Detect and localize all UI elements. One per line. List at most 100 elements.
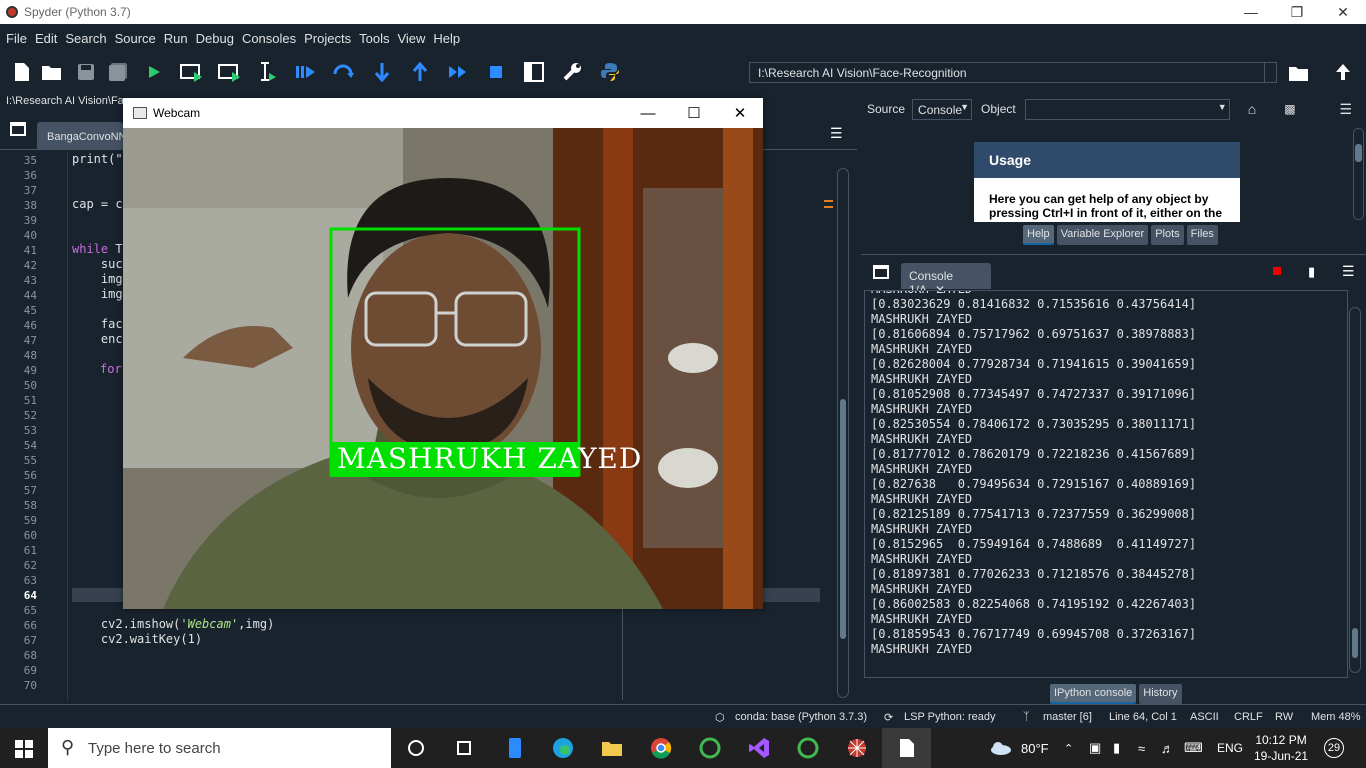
menu-source[interactable]: Source bbox=[111, 31, 160, 46]
code-line-43[interactable]: img bbox=[72, 272, 123, 286]
save-all-icon[interactable] bbox=[100, 56, 136, 88]
tab-help[interactable]: Help bbox=[1023, 225, 1054, 245]
weather-icon[interactable] bbox=[989, 728, 1013, 768]
editor-tab[interactable]: BangaConvoNN bbox=[37, 122, 123, 150]
anaconda-navigator-icon[interactable] bbox=[796, 736, 820, 760]
stop-icon[interactable] bbox=[478, 56, 514, 88]
save-icon[interactable] bbox=[68, 56, 104, 88]
code-line-49[interactable]: for bbox=[100, 362, 122, 376]
windows-start-icon[interactable] bbox=[15, 740, 33, 761]
webcam-titlebar[interactable]: Webcam — ☐ ✕ bbox=[123, 98, 763, 128]
mobile-app-icon[interactable] bbox=[503, 736, 527, 760]
console-options-menu-icon[interactable]: ☰ bbox=[1342, 263, 1355, 280]
visual-studio-icon[interactable] bbox=[747, 736, 771, 760]
interrupt-kernel-icon[interactable] bbox=[1273, 267, 1281, 275]
edge-browser-icon[interactable] bbox=[551, 736, 575, 760]
weather-temp[interactable]: 80°F bbox=[1021, 728, 1049, 768]
close-button[interactable]: ✕ bbox=[1320, 0, 1366, 24]
menu-edit[interactable]: Edit bbox=[31, 31, 61, 46]
notification-center-icon[interactable]: 29 bbox=[1324, 728, 1344, 768]
webcam-window[interactable]: Webcam — ☐ ✕ MASHRUKH ZAYED bbox=[123, 98, 763, 609]
spyder-taskbar-icon[interactable] bbox=[845, 736, 869, 760]
webcam-close-button[interactable]: ✕ bbox=[717, 98, 763, 128]
menu-view[interactable]: View bbox=[393, 31, 429, 46]
clock[interactable]: 10:12 PM 19-Jun-21 bbox=[1254, 728, 1308, 768]
parent-directory-icon[interactable] bbox=[1335, 63, 1351, 84]
tab-plots[interactable]: Plots bbox=[1151, 225, 1184, 245]
remove-all-variables-icon[interactable]: ▮ bbox=[1308, 264, 1315, 280]
scrollbar-thumb[interactable] bbox=[1352, 628, 1358, 658]
ipython-console-output[interactable]: MASHRUKH ZAYED[0.83023629 0.81416832 0.7… bbox=[864, 290, 1348, 678]
menu-run[interactable]: Run bbox=[160, 31, 192, 46]
code-line-42[interactable]: suc bbox=[72, 257, 123, 271]
chevron-down-icon[interactable] bbox=[1264, 63, 1276, 82]
scrollbar-thumb[interactable] bbox=[1355, 144, 1362, 162]
code-line-46[interactable]: fac bbox=[72, 317, 123, 331]
working-directory-input[interactable]: I:\Research AI Vision\Face-Recognition bbox=[749, 62, 1277, 83]
task-view-icon[interactable] bbox=[452, 736, 476, 760]
step-over-icon[interactable] bbox=[326, 56, 362, 88]
run-selection-icon[interactable] bbox=[250, 56, 286, 88]
tab-files[interactable]: Files bbox=[1186, 225, 1218, 245]
code-line-41[interactable]: while T bbox=[72, 242, 123, 256]
console-tab[interactable]: Console 1/A✕ bbox=[901, 263, 991, 297]
run-icon[interactable] bbox=[136, 56, 172, 88]
preferences-wrench-icon[interactable] bbox=[554, 56, 590, 88]
browse-console-tabs-icon[interactable] bbox=[873, 265, 889, 282]
code-line-47[interactable]: enc bbox=[72, 332, 123, 346]
file-explorer-icon[interactable] bbox=[600, 736, 624, 760]
menu-debug[interactable]: Debug bbox=[192, 31, 238, 46]
editor-options-menu-icon[interactable]: ☰ bbox=[830, 125, 843, 142]
code-line-44[interactable]: img bbox=[72, 287, 123, 301]
menu-consoles[interactable]: Consoles bbox=[238, 31, 300, 46]
tab-ipython-console[interactable]: IPython console bbox=[1050, 684, 1137, 704]
help-scrollbar[interactable] bbox=[1353, 128, 1364, 220]
tab-variable-explorer[interactable]: Variable Explorer bbox=[1056, 225, 1149, 245]
webcam-minimize-button[interactable]: — bbox=[625, 98, 671, 128]
source-select[interactable]: Console ▼ bbox=[912, 98, 973, 120]
tab-history[interactable]: History bbox=[1139, 684, 1182, 704]
meet-now-icon[interactable]: ▣ bbox=[1089, 728, 1101, 768]
menu-search[interactable]: Search bbox=[61, 31, 110, 46]
menu-tools[interactable]: Tools bbox=[355, 31, 393, 46]
chrome-icon[interactable] bbox=[649, 736, 673, 760]
battery-icon[interactable]: ▮ bbox=[1113, 728, 1120, 768]
taskbar-search-box[interactable]: ⚲ Type here to search bbox=[48, 728, 391, 768]
maximize-pane-icon[interactable] bbox=[516, 56, 552, 88]
minimize-button[interactable]: — bbox=[1228, 0, 1274, 24]
object-input[interactable]: ▼ bbox=[1024, 98, 1230, 120]
menu-file[interactable]: File bbox=[2, 31, 31, 46]
webcam-maximize-button[interactable]: ☐ bbox=[671, 98, 717, 128]
menu-projects[interactable]: Projects bbox=[300, 31, 355, 46]
run-cell-icon[interactable] bbox=[174, 56, 210, 88]
lock-icon[interactable]: ▩ bbox=[1284, 102, 1295, 116]
editor-scrollbar[interactable] bbox=[837, 168, 849, 698]
scrollbar-thumb[interactable] bbox=[840, 399, 846, 639]
code-line-66[interactable]: cv2.imshow('Webcam',img) bbox=[72, 617, 274, 631]
continue-icon[interactable] bbox=[440, 56, 476, 88]
cortana-icon[interactable] bbox=[404, 736, 428, 760]
help-options-menu-icon[interactable]: ☰ bbox=[1340, 101, 1353, 118]
home-icon[interactable]: ⌂ bbox=[1248, 101, 1256, 117]
language-indicator[interactable]: ENG bbox=[1217, 728, 1243, 768]
run-cell-advance-icon[interactable] bbox=[212, 56, 248, 88]
volume-icon[interactable]: ♬ bbox=[1161, 728, 1174, 768]
browse-tabs-icon[interactable] bbox=[10, 122, 26, 139]
open-file-icon[interactable] bbox=[34, 56, 70, 88]
anaconda-icon[interactable] bbox=[698, 736, 722, 760]
menu-help[interactable]: Help bbox=[429, 31, 464, 46]
debug-icon[interactable] bbox=[288, 56, 324, 88]
console-scrollbar[interactable] bbox=[1349, 307, 1361, 673]
wifi-icon[interactable]: ≈ bbox=[1138, 728, 1145, 768]
code-line-38[interactable]: cap = c bbox=[72, 197, 123, 211]
step-into-icon[interactable] bbox=[364, 56, 400, 88]
keyboard-icon[interactable]: ⌨ bbox=[1184, 728, 1203, 768]
browse-folder-icon[interactable] bbox=[1288, 64, 1310, 85]
step-return-icon[interactable] bbox=[402, 56, 438, 88]
python-path-icon[interactable] bbox=[592, 56, 628, 88]
notepad-icon[interactable] bbox=[895, 736, 919, 760]
show-hidden-icons[interactable]: ⌃ bbox=[1064, 728, 1073, 768]
restore-button[interactable]: ❐ bbox=[1274, 0, 1320, 24]
code-line-67[interactable]: cv2.waitKey(1) bbox=[72, 632, 202, 646]
code-line-35[interactable]: print(" bbox=[72, 152, 123, 166]
